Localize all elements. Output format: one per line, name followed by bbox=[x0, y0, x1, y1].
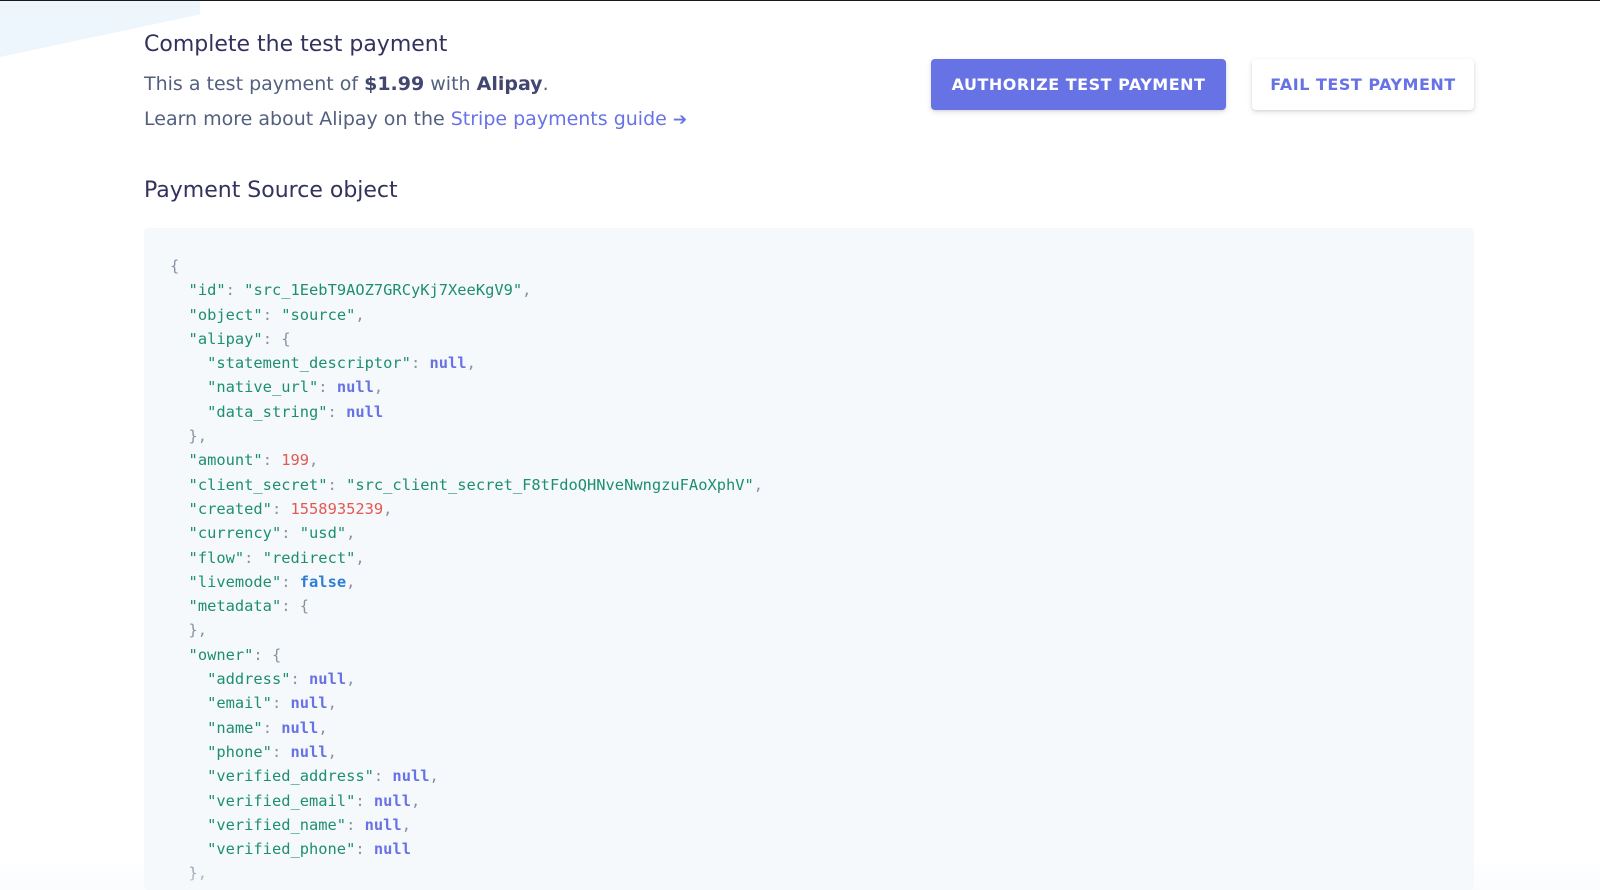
source-object-value: "source" bbox=[281, 305, 356, 324]
authorize-test-payment-button[interactable]: AUTHORIZE TEST PAYMENT bbox=[931, 59, 1226, 110]
created-value: 1558935239 bbox=[290, 499, 384, 518]
null-value: null bbox=[429, 354, 467, 373]
null-value: null bbox=[364, 815, 402, 834]
page-title: Complete the test payment bbox=[144, 32, 448, 57]
flow-value: "redirect" bbox=[262, 548, 356, 567]
source-object-heading: Payment Source object bbox=[144, 178, 398, 203]
learn-more-prefix: Learn more about Alipay on the bbox=[144, 108, 451, 130]
payment-method: Alipay bbox=[476, 73, 543, 95]
null-value: null bbox=[290, 694, 328, 713]
null-value: null bbox=[281, 718, 319, 737]
source-id-value: "src_1EebT9AOZ7GRCyKj7XeeKgV9" bbox=[244, 281, 523, 300]
stripe-guide-link-label: Stripe payments guide bbox=[450, 108, 667, 130]
payment-amount: $1.99 bbox=[364, 73, 425, 95]
amount-value: 199 bbox=[281, 451, 310, 470]
description-suffix: . bbox=[542, 73, 549, 95]
learn-more-line: Learn more about Alipay on the Stripe pa… bbox=[144, 108, 687, 130]
stripe-guide-link[interactable]: Stripe payments guide ➔ bbox=[451, 108, 687, 130]
client-secret-value: "src_client_secret_F8tFdoQHNveNwngzuFAoX… bbox=[346, 475, 754, 494]
description-middle: with bbox=[424, 73, 477, 95]
livemode-value: false bbox=[299, 572, 347, 591]
payment-description: This a test payment of $1.99 with Alipay… bbox=[144, 73, 549, 95]
null-value: null bbox=[290, 742, 328, 761]
null-value: null bbox=[392, 767, 430, 786]
fail-test-payment-button[interactable]: FAIL TEST PAYMENT bbox=[1252, 59, 1474, 110]
description-prefix: This a test payment of bbox=[144, 73, 365, 95]
source-json-block: { "id": "src_1EebT9AOZ7GRCyKj7XeeKgV9", … bbox=[144, 228, 1474, 890]
null-value: null bbox=[336, 378, 374, 397]
null-value: null bbox=[373, 840, 411, 859]
null-value: null bbox=[346, 402, 384, 421]
null-value: null bbox=[373, 791, 411, 810]
null-value: null bbox=[309, 670, 347, 689]
currency-value: "usd" bbox=[299, 524, 347, 543]
arrow-right-icon: ➔ bbox=[672, 110, 688, 130]
top-border bbox=[0, 0, 1600, 1]
source-json-code: { "id": "src_1EebT9AOZ7GRCyKj7XeeKgV9", … bbox=[170, 257, 764, 883]
